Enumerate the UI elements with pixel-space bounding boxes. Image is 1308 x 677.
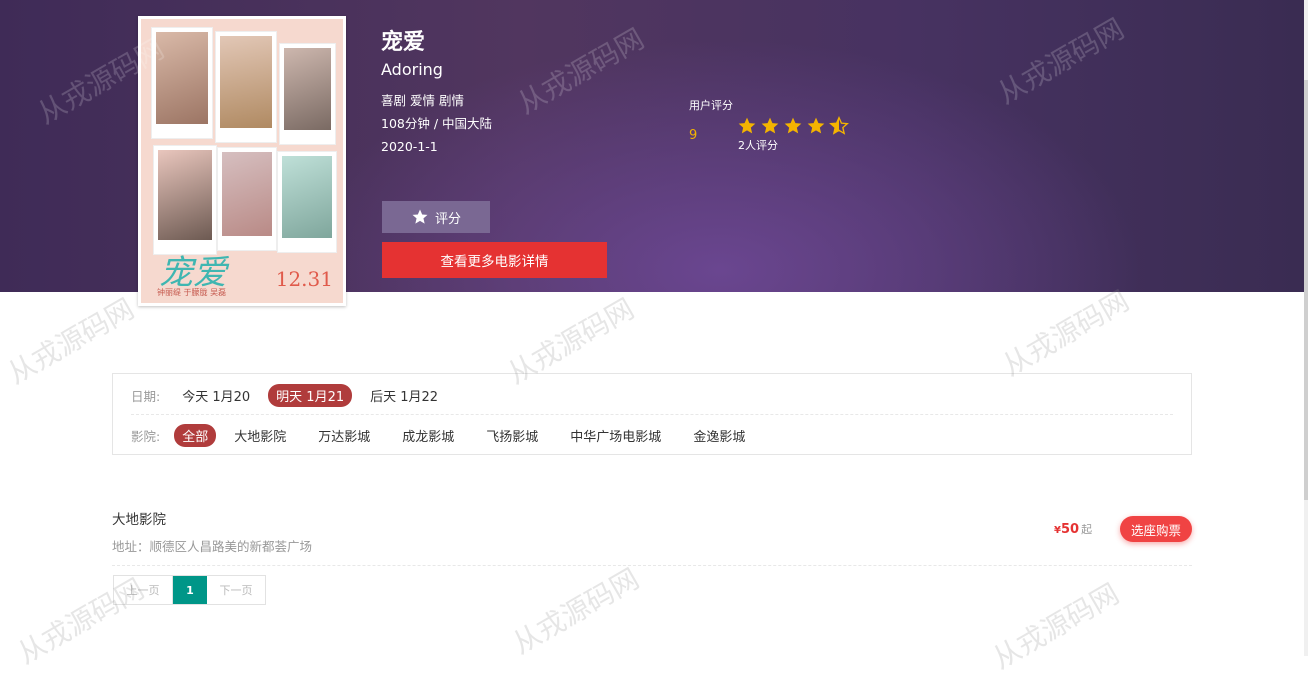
cinema-list-item: 大地影院 地址：顺德区人昌路美的新都荟广场 — [112, 508, 312, 555]
movie-genres: 喜剧 爱情 剧情 — [381, 93, 464, 108]
page-number-current[interactable]: 1 — [173, 576, 207, 604]
watermark: 从戎源码网 — [506, 562, 645, 661]
movie-release-date: 2020-1-1 — [381, 139, 438, 154]
date-filter-label: 日期: — [131, 389, 161, 404]
cinema-option[interactable]: 大地影院 — [226, 424, 294, 447]
movie-poster: 宠爱 12.31 钟丽缇 于朦胧 吴磊 — [138, 16, 346, 306]
movie-detail-button[interactable]: 查看更多电影详情 — [382, 242, 607, 278]
price-currency: ¥ — [1054, 525, 1061, 536]
cinema-option-all[interactable]: 全部 — [174, 424, 217, 447]
movie-title: 宠爱 — [381, 30, 426, 55]
cinema-filter-row: 影院: 全部 大地影院 万达影城 成龙影城 飞扬影城 中华广场电影城 金逸影城 — [131, 424, 763, 447]
scrollbar-thumb[interactable] — [1304, 80, 1308, 500]
watermark: 从戎源码网 — [986, 577, 1125, 676]
date-filter-row: 日期: 今天 1月20 明天 1月21 后天 1月22 — [131, 384, 456, 407]
price-value: 50 — [1060, 522, 1080, 537]
watermark: 从戎源码网 — [996, 284, 1135, 383]
cinema-option[interactable]: 万达影城 — [310, 424, 378, 447]
star-icon — [784, 117, 802, 134]
rating-score: 9 — [689, 128, 698, 143]
next-page-button[interactable]: 下一页 — [207, 576, 265, 604]
buy-ticket-button[interactable]: 选座购票 — [1120, 516, 1192, 542]
cinema-name[interactable]: 大地影院 — [112, 508, 312, 528]
rate-button[interactable]: 评分 — [382, 201, 490, 233]
star-icon — [807, 117, 825, 134]
cinema-option[interactable]: 成龙影城 — [394, 424, 462, 447]
cinema-filter-label: 影院: — [131, 429, 161, 444]
cinema-option[interactable]: 飞扬影城 — [478, 424, 546, 447]
price-suffix: 起 — [1081, 523, 1093, 536]
date-option-today[interactable]: 今天 1月20 — [174, 384, 258, 407]
rate-button-label: 评分 — [434, 211, 461, 227]
poster-date: 12.31 — [275, 267, 333, 291]
star-icon — [412, 209, 428, 224]
movie-en-title: Adoring — [381, 60, 443, 79]
date-option-day-after[interactable]: 后天 1月22 — [362, 384, 446, 407]
star-icon — [761, 117, 779, 134]
rating-label: 用户评分 — [689, 99, 733, 112]
pagination: 上一页 1 下一页 — [113, 575, 266, 605]
rating-count: 2人评分 — [738, 139, 778, 152]
cinema-option[interactable]: 金逸影城 — [685, 424, 753, 447]
list-divider — [112, 565, 1192, 566]
movie-duration-region: 108分钟 / 中国大陆 — [381, 116, 493, 131]
cinema-address: 地址：顺德区人昌路美的新都荟广场 — [112, 539, 313, 554]
half-star-icon — [829, 116, 849, 135]
movie-info: 宠爱 Adoring 喜剧 爱情 剧情 108分钟 / 中国大陆 2020-1-… — [381, 24, 492, 158]
cinema-option[interactable]: 中华广场电影城 — [562, 424, 669, 447]
prev-page-button[interactable]: 上一页 — [114, 576, 173, 604]
date-option-tomorrow[interactable]: 明天 1月21 — [268, 384, 353, 407]
cinema-price: ¥50 起 — [1054, 521, 1092, 537]
rating-stars — [737, 116, 849, 136]
vertical-scrollbar[interactable] — [1304, 0, 1308, 656]
schedule-filter: 日期: 今天 1月20 明天 1月21 后天 1月22 影院: 全部 大地影院 … — [112, 373, 1192, 455]
poster-cast: 钟丽缇 于朦胧 吴磊 — [157, 288, 227, 297]
filter-divider — [131, 414, 1173, 415]
star-icon — [738, 117, 756, 134]
